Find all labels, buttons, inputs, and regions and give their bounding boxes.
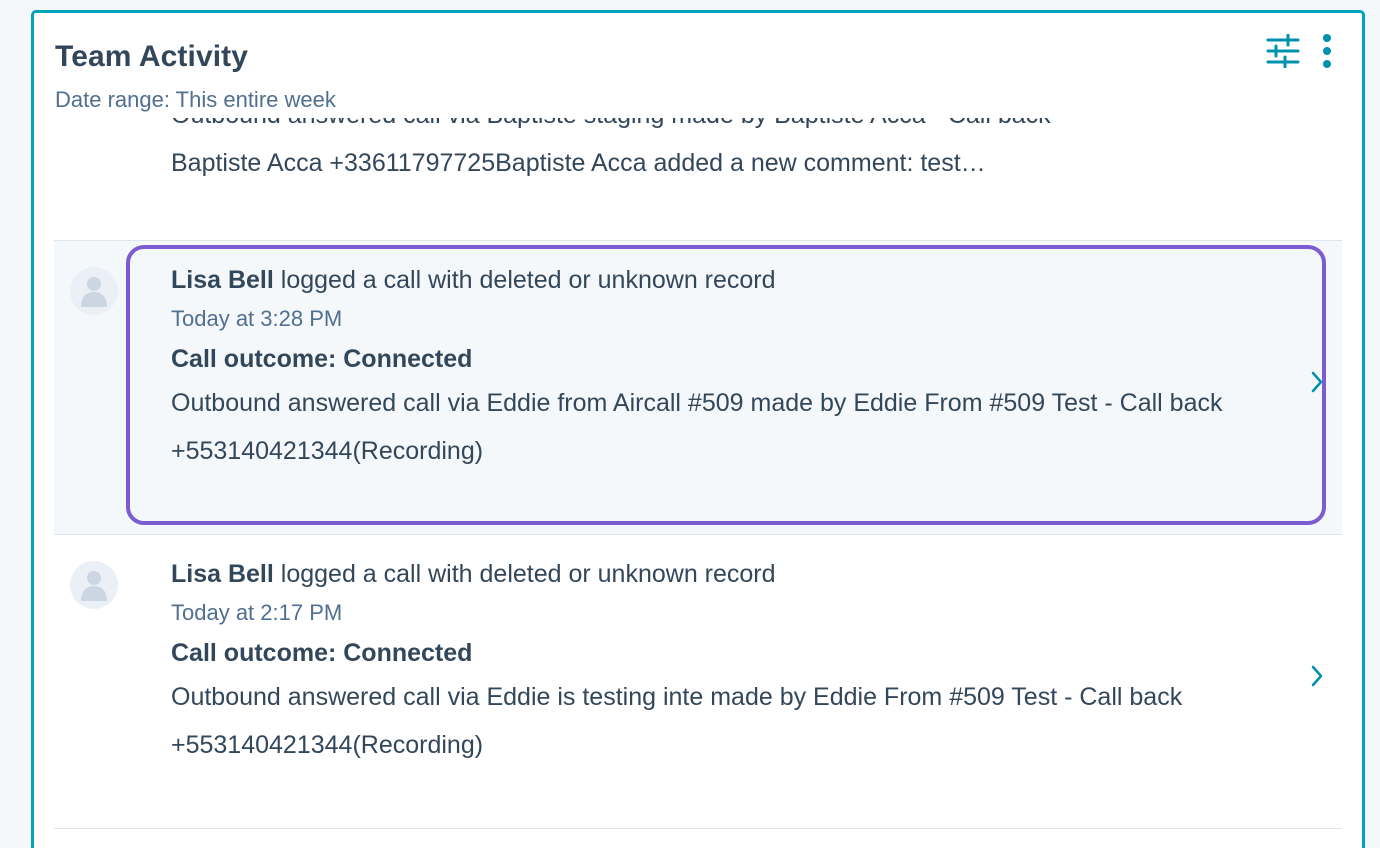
activity-item-partial[interactable]: Outbound answered call via Baptiste stag… <box>54 118 1342 241</box>
sliders-icon[interactable] <box>1266 34 1300 68</box>
avatar <box>70 267 118 315</box>
activity-item[interactable]: Lisa Bell logged a call with deleted or … <box>54 535 1342 829</box>
activity-headline: Lisa Bell logged a call with deleted or … <box>171 263 1262 297</box>
team-activity-card: Team Activity Date range: This entire we… <box>31 10 1365 848</box>
activity-body: Lisa Bell logged a call with deleted or … <box>171 557 1262 769</box>
activity-action: logged a call with deleted or unknown re… <box>280 266 776 294</box>
date-range-label: Date range: This entire week <box>55 87 336 112</box>
card-header-actions <box>1266 33 1332 69</box>
partial-item-line-2: Baptiste Acca +33611797725Baptiste Acca … <box>171 149 986 177</box>
activity-feed[interactable]: Outbound answered call via Baptiste stag… <box>34 118 1362 848</box>
chevron-right-icon[interactable] <box>1310 371 1324 393</box>
person-icon <box>81 571 107 601</box>
activity-action: logged a call with deleted or unknown re… <box>280 560 776 588</box>
activity-item[interactable]: Lisa Bell logged a call with deleted or … <box>54 241 1342 535</box>
call-outcome: Call outcome: Connected <box>171 639 473 667</box>
vertical-ellipsis-icon[interactable] <box>1322 33 1332 69</box>
card-title: Team Activity <box>55 40 249 73</box>
actor-name[interactable]: Lisa Bell <box>171 560 274 588</box>
call-outcome: Call outcome: Connected <box>171 345 473 373</box>
activity-headline: Lisa Bell logged a call with deleted or … <box>171 557 1262 591</box>
person-icon <box>81 277 107 307</box>
activity-body: Lisa Bell logged a call with deleted or … <box>171 263 1262 475</box>
actor-name[interactable]: Lisa Bell <box>171 266 274 294</box>
activity-description: Outbound answered call via Eddie is test… <box>171 683 1183 759</box>
avatar <box>70 561 118 609</box>
partial-item-line-1: Outbound answered call via Baptiste stag… <box>171 118 1051 130</box>
chevron-right-icon[interactable] <box>1310 665 1324 687</box>
activity-description: Outbound answered call via Eddie from Ai… <box>171 389 1223 465</box>
activity-timestamp: Today at 3:28 PM <box>171 306 343 331</box>
activity-timestamp: Today at 2:17 PM <box>171 600 343 625</box>
